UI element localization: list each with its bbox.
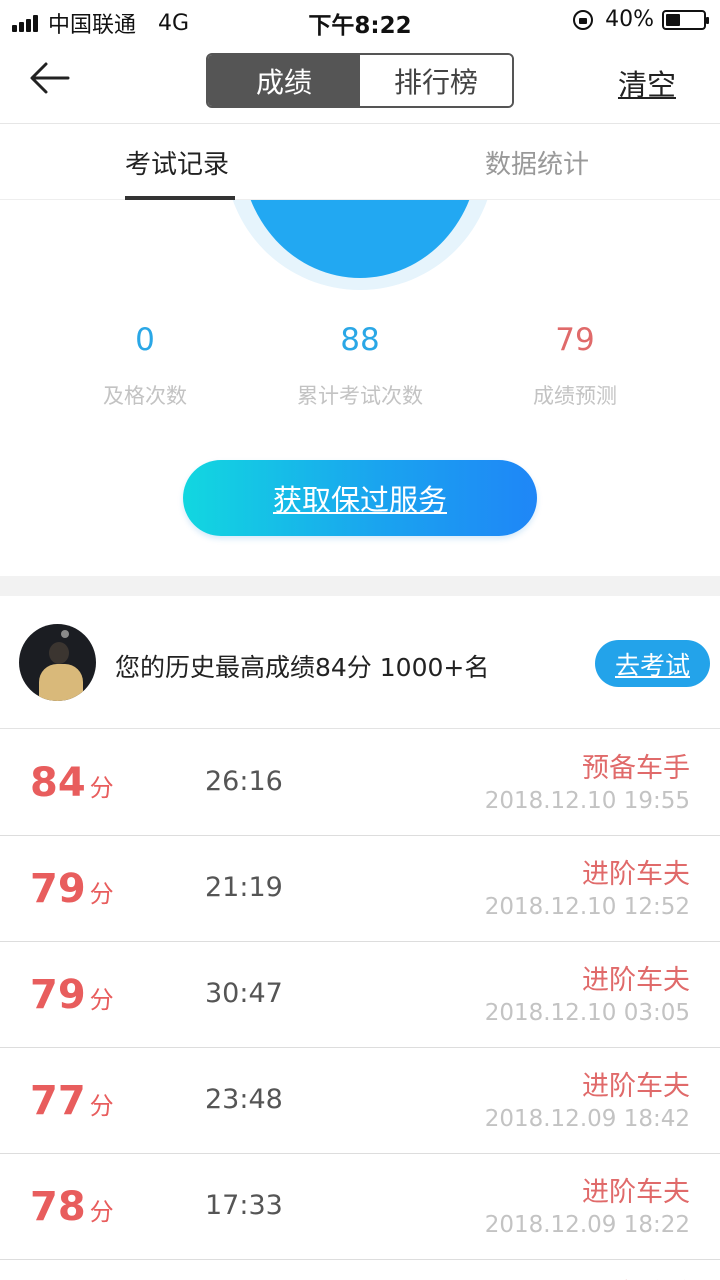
status-bar: 中国联通 4G 下午8:22 40% (0, 0, 720, 40)
get-pass-service-button[interactable]: 获取保过服务 (183, 460, 537, 536)
tab-exam-records[interactable]: 考试记录 (125, 144, 229, 181)
record-score: 79 分 (30, 866, 114, 912)
rotation-lock-icon (573, 9, 594, 30)
record-score: 77 分 (30, 1078, 114, 1124)
avatar-head (49, 642, 69, 664)
nav-bar: 成绩 排行榜 清空 (0, 40, 720, 124)
score-gauge (0, 200, 720, 310)
score-unit: 分 (89, 986, 114, 1014)
segment-ranking[interactable]: 排行榜 (360, 55, 512, 106)
record-duration: 17:33 (205, 1190, 283, 1221)
score-unit: 分 (89, 880, 114, 908)
stat-value: 0 (135, 322, 155, 358)
record-duration: 23:48 (205, 1084, 283, 1115)
avatar[interactable] (19, 624, 96, 701)
gauge-core (241, 200, 479, 278)
record-datetime: 2018.12.10 03:05 (484, 1000, 690, 1026)
score-unit: 分 (89, 1092, 114, 1120)
list-item[interactable]: 79 分 21:19 进阶车夫 2018.12.10 12:52 (0, 836, 720, 942)
record-duration: 21:19 (205, 872, 283, 903)
record-score: 78 分 (30, 1184, 114, 1230)
record-rank: 进阶车夫 (582, 1177, 690, 1208)
list-item[interactable]: 84 分 26:16 预备车手 2018.12.10 19:55 (0, 730, 720, 836)
record-duration: 26:16 (205, 766, 283, 797)
stat-predicted-score: 79 成绩预测 (475, 322, 675, 410)
list-item[interactable]: 79 分 30:47 进阶车夫 2018.12.10 03:05 (0, 942, 720, 1048)
record-score: 79 分 (30, 972, 114, 1018)
best-score-row: 您的历史最高成绩84分 1000+名 去考试 (0, 596, 720, 729)
sub-tabs: 考试记录 数据统计 (0, 124, 720, 200)
record-rank: 预备车手 (582, 753, 690, 784)
avatar-light (61, 630, 69, 638)
record-rank: 已阶送手 (582, 1272, 690, 1280)
record-score: 84 分 (30, 760, 114, 806)
record-duration: 30:47 (205, 978, 283, 1009)
stat-value: 88 (340, 322, 380, 358)
record-rank: 进阶车夫 (582, 965, 690, 996)
tab-data-statistics[interactable]: 数据统计 (485, 144, 589, 181)
stat-value: 79 (555, 322, 595, 358)
go-exam-button[interactable]: 去考试 (595, 640, 710, 687)
battery-icon (662, 9, 709, 30)
section-divider (0, 576, 720, 596)
score-value: 79 (30, 972, 86, 1018)
stat-total-exams: 88 累计考试次数 (260, 322, 460, 410)
record-rank: 进阶车夫 (582, 859, 690, 890)
battery-percent: 40% (605, 7, 654, 32)
battery-fill (666, 13, 681, 26)
status-right: 40% (573, 7, 709, 32)
score-unit: 分 (89, 774, 114, 802)
list-item[interactable]: 78 分 17:33 进阶车夫 2018.12.09 18:22 (0, 1154, 720, 1260)
segment-score[interactable]: 成绩 (208, 55, 360, 106)
clear-button[interactable]: 清空 (618, 62, 676, 104)
record-datetime: 2018.12.10 19:55 (484, 788, 690, 814)
record-rank: 进阶车夫 (582, 1071, 690, 1102)
stat-label: 成绩预测 (533, 384, 617, 408)
list-item[interactable]: 77 分 23:48 进阶车夫 2018.12.09 18:42 (0, 1048, 720, 1154)
stat-label: 及格次数 (103, 384, 187, 408)
score-value: 84 (30, 760, 86, 806)
avatar-body (39, 664, 83, 701)
score-value: 79 (30, 866, 86, 912)
best-score-text: 您的历史最高成绩84分 1000+名 (115, 653, 490, 682)
back-arrow-icon[interactable] (28, 58, 76, 98)
segmented-control: 成绩 排行榜 (206, 53, 514, 108)
score-value: 78 (30, 1184, 86, 1230)
record-datetime: 2018.12.09 18:42 (484, 1106, 690, 1132)
stat-label: 累计考试次数 (297, 384, 423, 408)
score-value: 77 (30, 1078, 86, 1124)
stat-pass-count: 0 及格次数 (45, 322, 245, 410)
score-unit: 分 (89, 1198, 114, 1226)
record-datetime: 2018.12.10 12:52 (484, 894, 690, 920)
list-item-partial[interactable]: 已阶送手 (0, 1258, 720, 1280)
record-datetime: 2018.12.09 18:22 (484, 1212, 690, 1238)
